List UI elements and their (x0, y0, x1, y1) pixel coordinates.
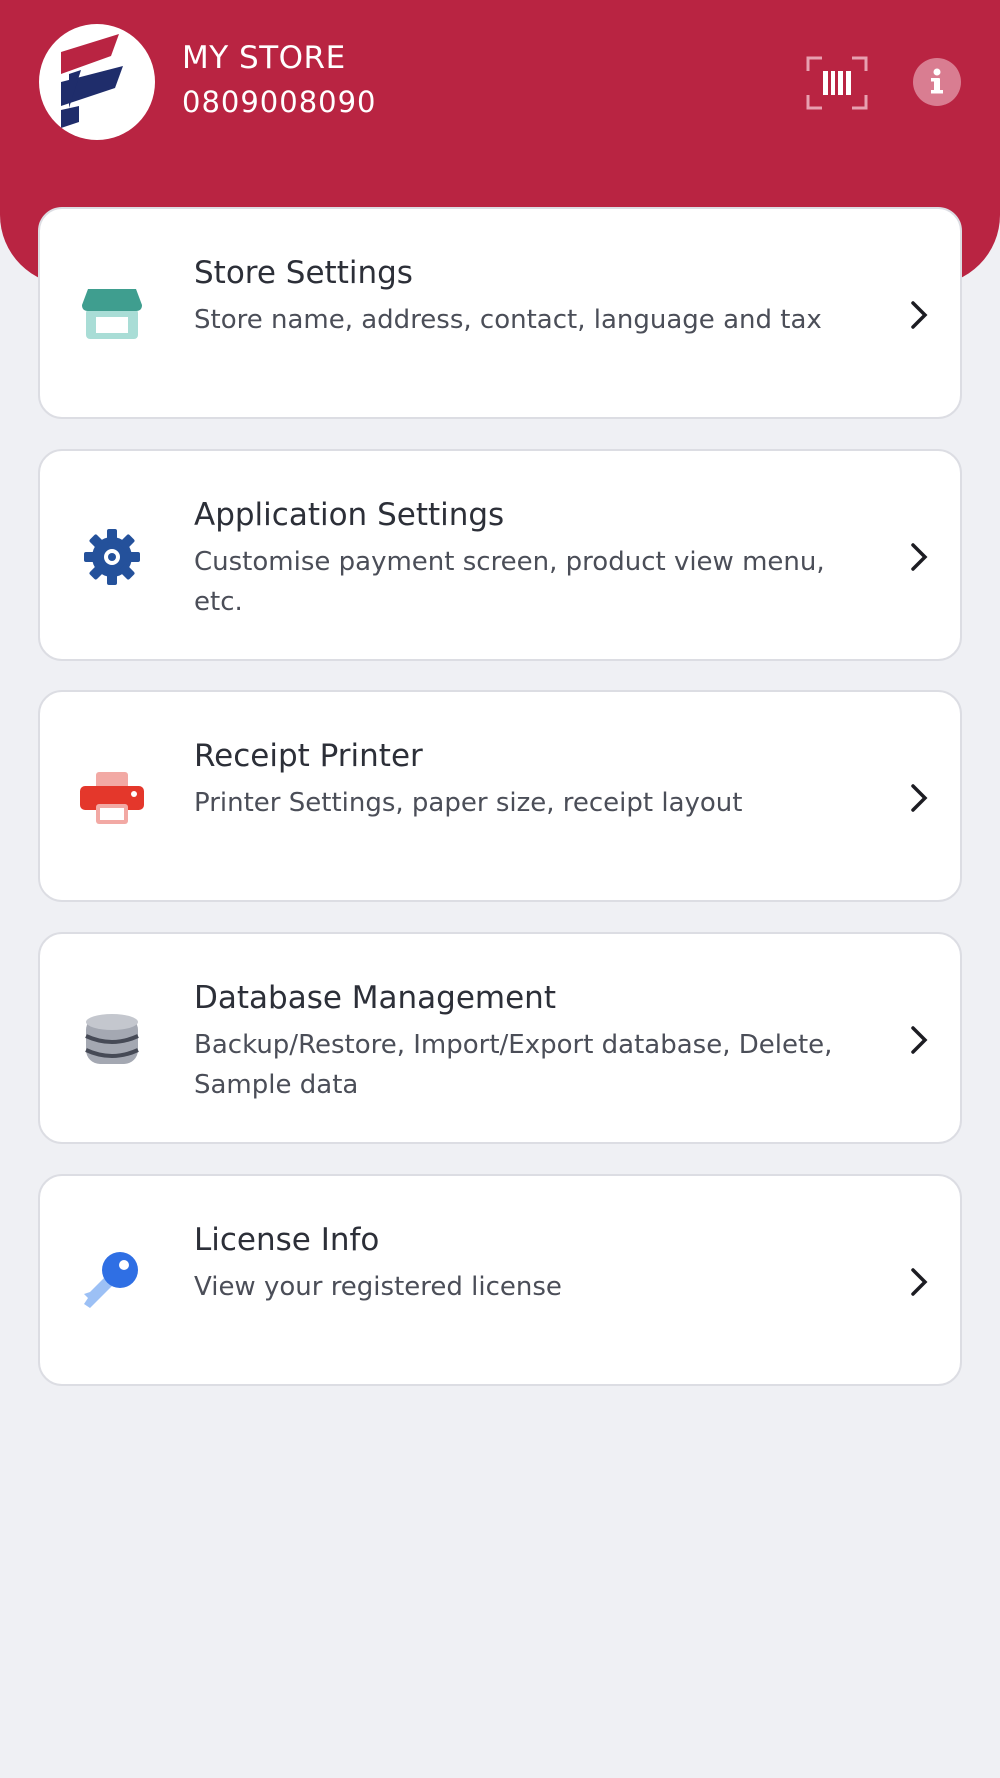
barcode-scan-button[interactable] (806, 55, 868, 111)
store-name: MY STORE (182, 40, 346, 76)
chevron-right-icon (906, 537, 932, 577)
menu-item-subtitle: Backup/Restore, Import/Export database, … (194, 1030, 833, 1100)
info-button[interactable] (913, 58, 961, 106)
chevron-right-icon (906, 1262, 932, 1302)
chevron-right-icon (906, 1020, 932, 1060)
menu-item-title: License Info (194, 1222, 380, 1258)
chevron-right-icon (906, 778, 932, 818)
store-phone: 0809008090 (182, 85, 377, 119)
menu-item-database-management[interactable]: Database Management Backup/Restore, Impo… (38, 932, 962, 1144)
menu-item-store-settings[interactable]: Store Settings Store name, address, cont… (38, 207, 962, 419)
gear-icon (76, 521, 148, 593)
store-logo-icon (61, 34, 123, 128)
key-icon (76, 1246, 148, 1318)
menu-item-subtitle: Store name, address, contact, language a… (194, 305, 822, 335)
menu-item-application-settings[interactable]: Application Settings Customise payment s… (38, 449, 962, 661)
database-icon (76, 1004, 148, 1076)
store-icon (76, 279, 148, 351)
menu-item-subtitle: Printer Settings, paper size, receipt la… (194, 788, 743, 818)
menu-item-title: Database Management (194, 980, 556, 1016)
menu-item-subtitle: Customise payment screen, product view m… (194, 547, 825, 617)
menu-item-receipt-printer[interactable]: Receipt Printer Printer Settings, paper … (38, 690, 962, 902)
menu-item-title: Application Settings (194, 497, 505, 533)
barcode-scan-icon (806, 56, 868, 110)
menu-item-license-info[interactable]: License Info View your registered licens… (38, 1174, 962, 1386)
store-logo-avatar[interactable] (39, 24, 155, 140)
menu-item-title: Receipt Printer (194, 738, 423, 774)
info-icon (931, 68, 943, 94)
chevron-right-icon (906, 295, 932, 335)
menu-item-title: Store Settings (194, 255, 413, 291)
printer-icon (76, 762, 148, 834)
menu-item-subtitle: View your registered license (194, 1272, 562, 1302)
